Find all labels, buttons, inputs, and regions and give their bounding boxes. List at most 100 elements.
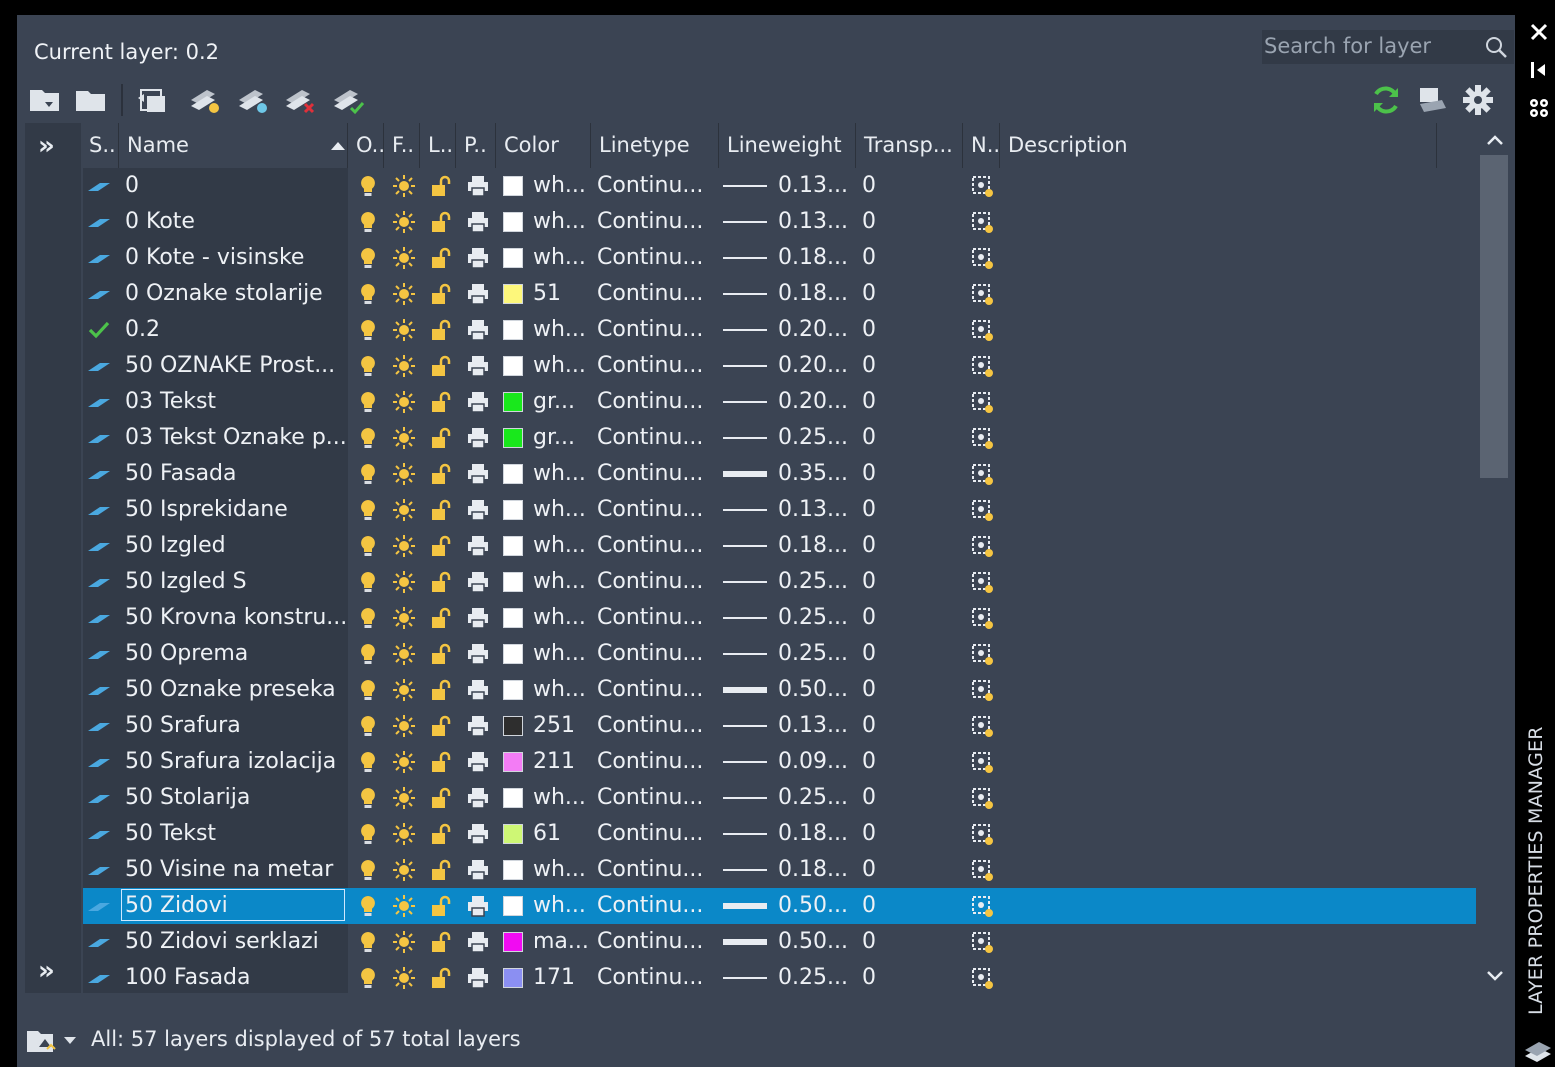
lock-icon[interactable]: [428, 750, 452, 774]
transparency[interactable]: 0: [862, 708, 876, 744]
plot-printer-icon[interactable]: [466, 282, 490, 306]
freeze-sun-icon[interactable]: [392, 858, 416, 882]
plot-printer-icon[interactable]: [466, 678, 490, 702]
layer-name[interactable]: 03 Tekst: [125, 384, 216, 420]
new-vp-freeze-icon[interactable]: [970, 462, 994, 486]
on-off-bulb-icon[interactable]: [356, 318, 380, 342]
layer-name[interactable]: 50 Izgled S: [125, 564, 247, 600]
plot-printer-icon[interactable]: [466, 786, 490, 810]
on-off-bulb-icon[interactable]: [356, 678, 380, 702]
linetype[interactable]: Continu...: [597, 348, 703, 384]
lock-icon[interactable]: [428, 894, 452, 918]
plot-printer-icon[interactable]: [466, 246, 490, 270]
lineweight[interactable]: 0.20...: [778, 348, 848, 384]
layer-name[interactable]: 0: [125, 168, 139, 204]
on-off-bulb-icon[interactable]: [356, 570, 380, 594]
color-swatch[interactable]: [503, 752, 523, 772]
on-off-bulb-icon[interactable]: [356, 498, 380, 522]
column-header-on[interactable]: O..: [348, 123, 384, 168]
transparency[interactable]: 0: [862, 744, 876, 780]
freeze-sun-icon[interactable]: [392, 750, 416, 774]
linetype[interactable]: Continu...: [597, 600, 703, 636]
freeze-sun-icon[interactable]: [392, 966, 416, 990]
lineweight[interactable]: 0.13...: [778, 204, 848, 240]
linetype[interactable]: Continu...: [597, 816, 703, 852]
lineweight[interactable]: 0.18...: [778, 528, 848, 564]
linetype[interactable]: Continu...: [597, 852, 703, 888]
column-header-linetype[interactable]: Linetype: [591, 123, 719, 168]
plot-printer-icon[interactable]: [466, 534, 490, 558]
on-off-bulb-icon[interactable]: [356, 390, 380, 414]
color-name[interactable]: ma...: [533, 924, 589, 960]
linetype[interactable]: Continu...: [597, 456, 703, 492]
new-vp-freeze-icon[interactable]: [970, 786, 994, 810]
plot-printer-icon[interactable]: [466, 498, 490, 522]
plot-printer-icon[interactable]: [466, 318, 490, 342]
color-swatch[interactable]: [503, 572, 523, 592]
color-name[interactable]: wh...: [533, 456, 586, 492]
layer-row[interactable]: 50 Srafura izolacija 211 Continu... 0.09...…: [83, 744, 1476, 780]
layer-name[interactable]: 50 Zidovi serklazi: [125, 924, 319, 960]
layer-name[interactable]: 50 Srafura izolacija: [125, 744, 336, 780]
new-property-filter-icon[interactable]: [27, 82, 63, 118]
color-swatch[interactable]: [503, 248, 523, 268]
lock-icon[interactable]: [428, 714, 452, 738]
layer-row[interactable]: 03 Tekst gr... Continu... 0.20... 0: [83, 384, 1476, 420]
transparency[interactable]: 0: [862, 204, 876, 240]
freeze-sun-icon[interactable]: [392, 390, 416, 414]
color-swatch[interactable]: [503, 860, 523, 880]
lock-icon[interactable]: [428, 354, 452, 378]
freeze-sun-icon[interactable]: [392, 714, 416, 738]
scroll-up-icon[interactable]: [1485, 131, 1505, 151]
layer-name[interactable]: 50 Oznake preseka: [125, 672, 336, 708]
freeze-sun-icon[interactable]: [392, 822, 416, 846]
color-swatch[interactable]: [503, 824, 523, 844]
on-off-bulb-icon[interactable]: [356, 282, 380, 306]
linetype[interactable]: Continu...: [597, 708, 703, 744]
layer-name[interactable]: 50 Krovna konstru...: [125, 600, 347, 636]
lock-icon[interactable]: [428, 390, 452, 414]
new-layer-icon[interactable]: [187, 82, 223, 118]
plot-printer-icon[interactable]: [466, 966, 490, 990]
new-vp-freeze-icon[interactable]: [970, 210, 994, 234]
layer-row[interactable]: 50 Fasada wh... Continu... 0.35... 0: [83, 456, 1476, 492]
new-vp-freeze-icon[interactable]: [970, 678, 994, 702]
color-name[interactable]: 61: [533, 816, 561, 852]
color-swatch[interactable]: [503, 644, 523, 664]
lock-icon[interactable]: [428, 642, 452, 666]
on-off-bulb-icon[interactable]: [356, 822, 380, 846]
layer-name[interactable]: 50 Fasada: [125, 456, 237, 492]
freeze-sun-icon[interactable]: [392, 606, 416, 630]
column-header-lineweight[interactable]: Lineweight: [719, 123, 856, 168]
layer-row[interactable]: 50 Oprema wh... Continu... 0.25... 0: [83, 636, 1476, 672]
freeze-sun-icon[interactable]: [392, 426, 416, 450]
lock-icon[interactable]: [428, 174, 452, 198]
filter-folder-icon[interactable]: [25, 1025, 59, 1055]
scrollbar-thumb[interactable]: [1480, 155, 1508, 478]
layer-name[interactable]: 0 Kote - visinske: [125, 240, 304, 276]
freeze-sun-icon[interactable]: [392, 174, 416, 198]
linetype[interactable]: Continu...: [597, 168, 703, 204]
layer-row[interactable]: 50 OZNAKE Prost... wh... Continu... 0.20...…: [83, 348, 1476, 384]
layer-row[interactable]: 50 Zidovi wh... Continu... 0.50... 0: [83, 888, 1476, 924]
color-name[interactable]: wh...: [533, 564, 586, 600]
linetype[interactable]: Continu...: [597, 564, 703, 600]
lock-icon[interactable]: [428, 318, 452, 342]
transparency[interactable]: 0: [862, 384, 876, 420]
transparency[interactable]: 0: [862, 564, 876, 600]
transparency[interactable]: 0: [862, 780, 876, 816]
on-off-bulb-icon[interactable]: [356, 786, 380, 810]
on-off-bulb-icon[interactable]: [356, 642, 380, 666]
on-off-bulb-icon[interactable]: [356, 714, 380, 738]
plot-printer-icon[interactable]: [466, 642, 490, 666]
lock-icon[interactable]: [428, 858, 452, 882]
color-swatch[interactable]: [503, 392, 523, 412]
color-swatch[interactable]: [503, 176, 523, 196]
layer-row[interactable]: 50 Krovna konstru... wh... Continu... 0.25.…: [83, 600, 1476, 636]
new-vp-freeze-icon[interactable]: [970, 570, 994, 594]
transparency[interactable]: 0: [862, 528, 876, 564]
lock-icon[interactable]: [428, 822, 452, 846]
color-swatch[interactable]: [503, 608, 523, 628]
color-swatch[interactable]: [503, 896, 523, 916]
lineweight[interactable]: 0.20...: [778, 312, 848, 348]
